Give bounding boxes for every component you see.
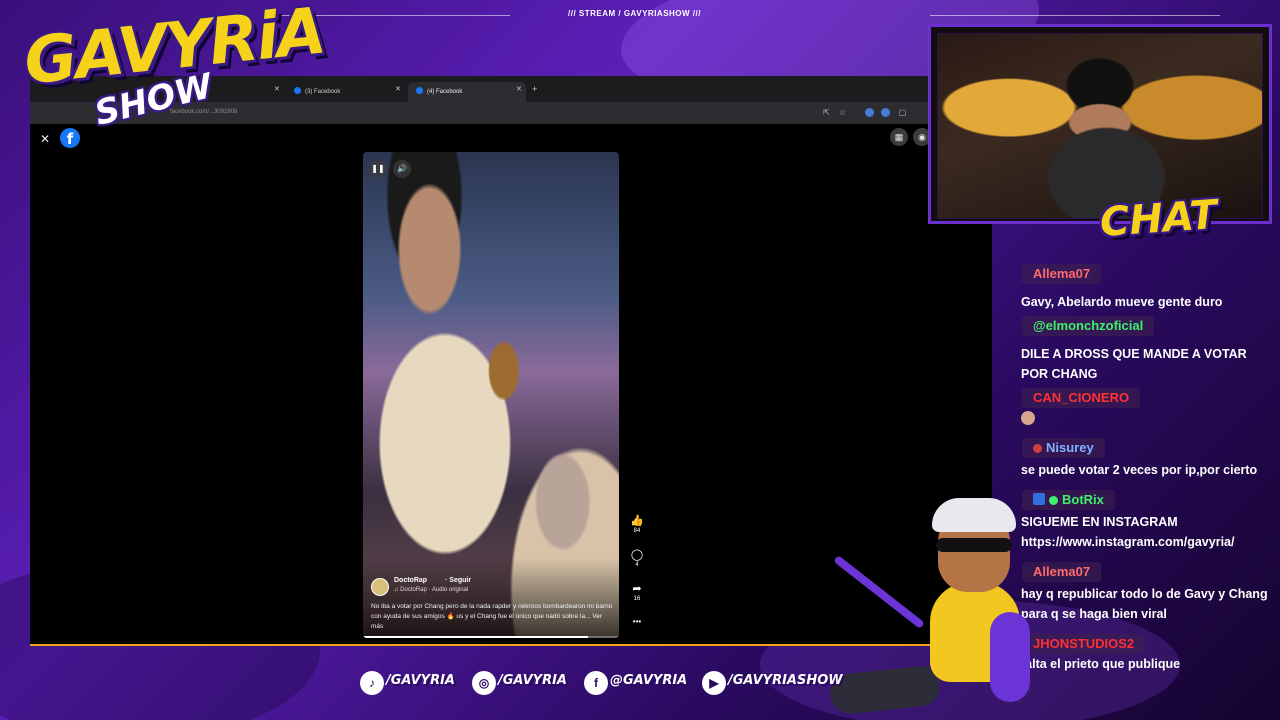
social-label: /GAVYRIA <box>498 673 567 688</box>
install-icon[interactable]: ⇱ <box>822 108 831 117</box>
reel-caption: No iba a votar por Chang pero de la nada… <box>371 603 613 630</box>
mascot-glasses <box>936 538 1012 552</box>
extensions-icon[interactable]: ▢ <box>898 108 907 117</box>
more-icon: ••• <box>632 617 642 626</box>
tab-label: (4) Facebook <box>427 89 463 95</box>
tab-label: (3) Facebook <box>305 89 341 95</box>
author-name[interactable]: DoctoRap <box>394 577 427 584</box>
star-icon[interactable]: ☆ <box>838 108 847 117</box>
share-icon: ➦ <box>632 583 642 595</box>
tab-facebook-3[interactable]: (3) Facebook <box>286 82 398 102</box>
close-icon[interactable]: ✕ <box>274 85 280 93</box>
tiktok-icon: ♪ <box>360 671 384 695</box>
mascot-character <box>820 492 1060 720</box>
chat-username: Nisurey <box>1022 438 1105 458</box>
progress-fill <box>363 636 589 638</box>
grid-icon[interactable]: ▦ <box>890 128 908 146</box>
new-tab-button[interactable]: + <box>532 84 537 94</box>
mascot-leg <box>828 664 942 716</box>
comment-button[interactable]: ◯ 4 <box>626 548 648 568</box>
stream-label: /// STREAM / GAVYRIASHOW /// <box>568 9 701 18</box>
more-button[interactable]: ••• <box>626 616 648 626</box>
divider <box>930 15 1220 16</box>
chat-username-text: BotRix <box>1062 492 1104 507</box>
comment-icon: ◯ <box>630 549 644 561</box>
like-icon: 👍 <box>630 515 644 527</box>
youtube-icon: ▶ <box>702 671 726 695</box>
chat-text: DILE A DROSS QUE MANDE A VOTAR POR CHANG <box>1021 347 1247 381</box>
chat-username: @elmonchzoficial <box>1022 316 1155 336</box>
instagram-icon: ◎ <box>472 671 496 695</box>
audio-label[interactable]: ♫ DoctoRap · Audio original <box>394 587 468 593</box>
pause-icon[interactable]: ❚❚ <box>369 160 387 178</box>
like-button[interactable]: 👍 84 <box>626 514 648 534</box>
reel-author: DoctoRap · Seguir ♫ DoctoRap · Audio ori… <box>371 576 611 598</box>
facebook-icon <box>294 87 301 94</box>
like-count: 84 <box>633 528 641 534</box>
chat-username: CAN_CIONERO <box>1022 388 1141 408</box>
social-label: @GAVYRIA <box>610 673 688 688</box>
close-icon[interactable]: ✕ <box>395 85 401 93</box>
extension-icon[interactable] <box>865 108 874 117</box>
facebook-icon: f <box>584 671 608 695</box>
social-links: ♪ /GAVYRIA ◎ /GAVYRIA f @GAVYRIA ▶ /GAVY… <box>360 668 843 698</box>
social-label: /GAVYRIASHOW <box>728 673 843 688</box>
facebook-icon <box>416 87 423 94</box>
volume-icon[interactable]: 🔊 <box>393 160 411 178</box>
close-icon[interactable]: ✕ <box>516 85 522 93</box>
comment-count: 4 <box>635 562 639 568</box>
share-button[interactable]: ➦ 16 <box>626 582 648 602</box>
mascot-cap <box>932 498 1016 532</box>
reel-video[interactable]: ❚❚ 🔊 DoctoRap · Seguir ♫ DoctoRap · Audi… <box>363 152 619 638</box>
avatar[interactable] <box>371 578 389 596</box>
chat-username-text: Nisurey <box>1046 440 1094 455</box>
chat-title: CHAT <box>1098 191 1219 247</box>
overlay-top-strip: /// STREAM / GAVYRIASHOW /// <box>250 9 1250 23</box>
mascot-bat <box>833 554 925 630</box>
emote-icon <box>1021 411 1035 425</box>
chat-emote <box>1021 410 1273 430</box>
chat-text: Gavy, Abelardo mueve gente duro <box>1021 295 1223 309</box>
gavyria-show-logo: GAVYRiA SHOW <box>10 0 327 144</box>
chat-text: se puede votar 2 veces por ip,por cierto <box>1021 463 1258 477</box>
reel-progress[interactable] <box>363 636 619 638</box>
mascot-arm <box>990 612 1030 702</box>
share-count: 16 <box>633 596 641 602</box>
chat-username: Allema07 <box>1022 264 1102 284</box>
social-label: /GAVYRIA <box>386 673 455 688</box>
follow-button[interactable]: · Seguir <box>445 577 471 584</box>
extension-icon[interactable] <box>881 108 890 117</box>
user-badge-icon <box>1033 444 1042 453</box>
tab-facebook-4[interactable]: (4) Facebook <box>408 82 526 102</box>
webcam-frame <box>928 24 1272 224</box>
